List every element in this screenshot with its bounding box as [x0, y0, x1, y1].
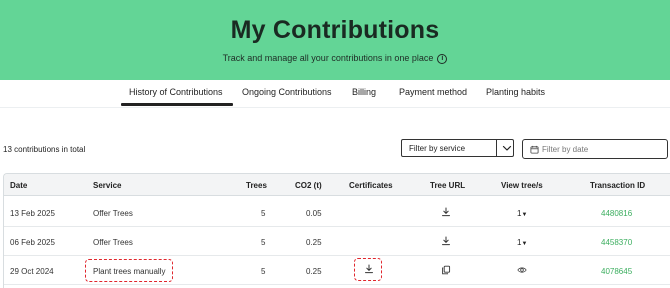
transaction-id-link[interactable]: 4458370 — [601, 238, 632, 247]
tab-ongoing-contributions[interactable]: Ongoing Contributions — [242, 87, 332, 97]
row-date: 13 Feb 2025 — [10, 209, 55, 218]
row-co2: 0.25 — [306, 267, 322, 276]
certificate-download-icon[interactable] — [364, 264, 374, 274]
column-header-date[interactable]: Date — [10, 181, 27, 190]
column-header-co2[interactable]: CO2 (t) — [295, 181, 322, 190]
info-icon[interactable]: i — [437, 53, 448, 64]
eye-icon[interactable] — [517, 265, 527, 275]
column-header-tree-url[interactable]: Tree URL — [430, 181, 465, 190]
row-date: 29 Oct 2024 — [10, 267, 54, 276]
row-trees: 5 — [261, 267, 266, 276]
tab-history-of-contributions[interactable]: History of Contributions — [121, 87, 233, 106]
row-co2: 0.25 — [306, 238, 322, 247]
tab-billing[interactable]: Billing — [352, 87, 376, 97]
column-header-service[interactable]: Service — [93, 181, 121, 190]
date-filter-field[interactable] — [522, 139, 668, 159]
transaction-id-link[interactable]: 4078645 — [601, 267, 632, 276]
transaction-id-link[interactable]: 4480816 — [601, 209, 632, 218]
row-service: Plant trees manually — [93, 267, 166, 276]
contributions-tabs: History of Contributions Ongoing Contrib… — [0, 80, 670, 108]
select-divider — [496, 140, 497, 156]
table-header: Date Service Trees CO2 (t) Certificates … — [4, 174, 670, 196]
row-service: Offer Trees — [93, 209, 133, 218]
view-trees-dropdown[interactable]: 1▼ — [517, 209, 527, 218]
service-filter-select[interactable]: Filter by service — [401, 139, 514, 157]
service-filter-value: Filter by service — [409, 144, 466, 153]
row-co2: 0.05 — [306, 209, 322, 218]
row-trees: 5 — [261, 238, 266, 247]
copy-icon[interactable] — [441, 265, 451, 275]
tab-payment-method[interactable]: Payment method — [399, 87, 467, 97]
chevron-down-icon[interactable] — [502, 143, 512, 153]
download-icon[interactable] — [441, 207, 451, 217]
page-subtitle: Track and manage all your contributions … — [0, 53, 670, 64]
page-title: My Contributions — [230, 16, 440, 44]
row-date: 06 Feb 2025 — [10, 238, 55, 247]
row-trees: 5 — [261, 209, 266, 218]
date-filter-input[interactable] — [542, 143, 662, 155]
caret-down-icon: ▼ — [521, 241, 528, 247]
subtitle-text: Track and manage all your contributions … — [222, 53, 434, 63]
page-header: My Contributions Track and manage all yo… — [0, 0, 670, 80]
contributions-table: Date Service Trees CO2 (t) Certificates … — [3, 173, 670, 288]
column-header-transaction-id[interactable]: Transaction ID — [590, 181, 645, 190]
table-row: 13 Feb 2025 Offer Trees 5 0.05 1▼ 448081… — [4, 198, 670, 227]
caret-down-icon: ▼ — [521, 212, 528, 218]
column-header-view-trees[interactable]: View tree/s — [501, 181, 543, 190]
view-trees-dropdown[interactable]: 1▼ — [517, 238, 527, 247]
download-icon[interactable] — [441, 236, 451, 246]
column-header-trees[interactable]: Trees — [246, 181, 267, 190]
calendar-icon — [530, 145, 539, 154]
tab-planting-habits[interactable]: Planting habits — [486, 87, 545, 97]
column-header-certificates[interactable]: Certificates — [349, 181, 393, 190]
table-row: 06 Feb 2025 Offer Trees 5 0.25 1▼ 445837… — [4, 227, 670, 256]
table-row: 29 Oct 2024 Plant trees manually 5 0.25 … — [4, 256, 670, 285]
contributions-count: 13 contributions in total — [3, 145, 86, 154]
row-service: Offer Trees — [93, 238, 133, 247]
